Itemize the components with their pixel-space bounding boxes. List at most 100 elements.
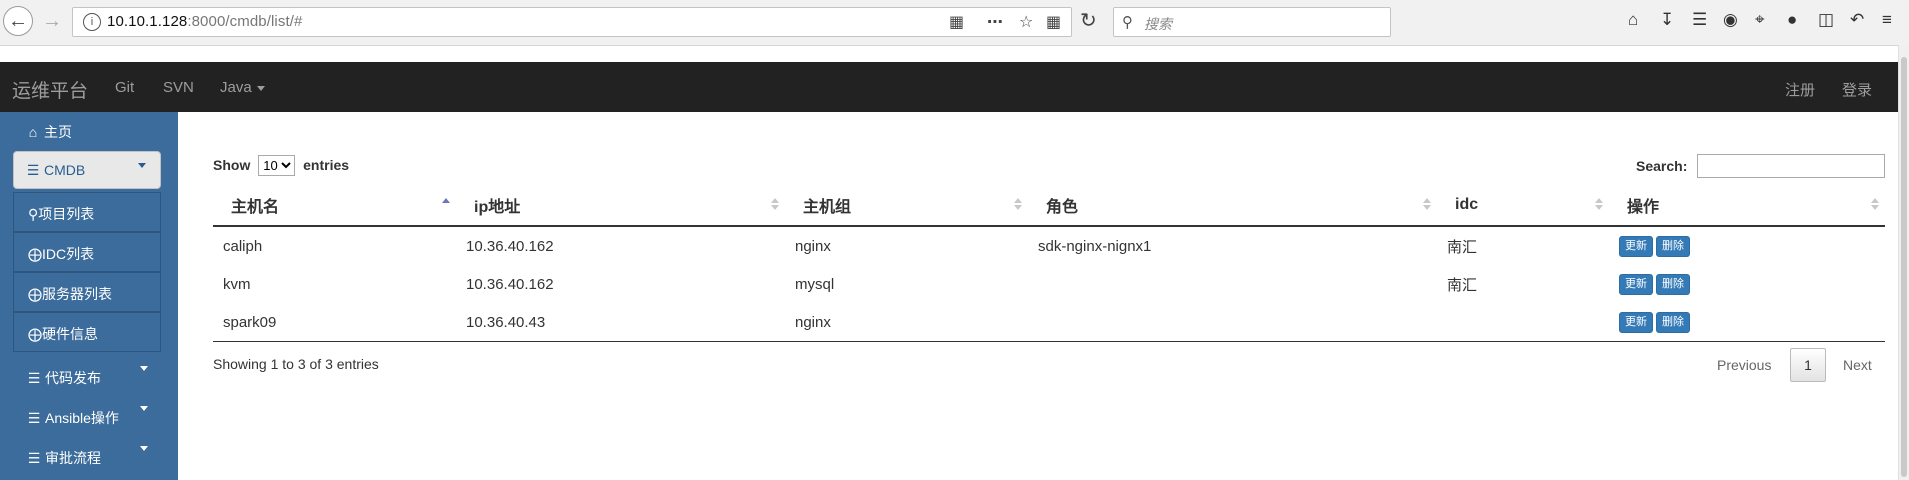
nav-git[interactable]: Git	[115, 79, 134, 96]
column-label: idc	[1455, 196, 1479, 213]
undo-icon[interactable]: ↶	[1850, 10, 1864, 30]
brand-logo[interactable]: 运维平台	[12, 76, 88, 103]
chevron-down-icon	[140, 446, 148, 451]
nav-svn[interactable]: SVN	[163, 79, 194, 96]
column-role[interactable]: 角色	[1028, 185, 1437, 227]
sidebar-home-label: 主页	[44, 124, 72, 140]
nav-register[interactable]: 注册	[1785, 79, 1815, 100]
nav-java-label: Java	[220, 79, 252, 96]
previous-button[interactable]: Previous	[1717, 357, 1771, 373]
show-label: Show	[213, 157, 251, 173]
sidebar-item-server-list[interactable]: ⨁服务器列表	[13, 272, 161, 312]
table-search-input[interactable]	[1697, 154, 1885, 178]
cell-hostname: spark09	[213, 303, 456, 342]
crop-icon[interactable]: ⌖	[1755, 10, 1765, 30]
cell-idc: 南汇	[1447, 238, 1478, 256]
list-icon: ☰	[27, 450, 41, 466]
search-placeholder: 搜索	[1144, 16, 1172, 32]
bookmark-star-icon[interactable]: ☆	[1019, 12, 1033, 32]
column-label: 主机名	[231, 199, 280, 216]
sidebar-item-code-release[interactable]: ☰ 代码发布	[27, 366, 162, 388]
grid-icon[interactable]: ▦	[1046, 12, 1061, 32]
home-icon: ⌂	[28, 124, 38, 140]
cell-role	[1028, 303, 1437, 342]
cell-hostname: caliph	[223, 237, 263, 255]
forward-arrow-icon[interactable]: →	[37, 6, 67, 36]
sidebar-item-hardware-info[interactable]: ⨁硬件信息	[13, 312, 161, 352]
table-search-label: Search:	[1636, 158, 1688, 174]
sidebar-item-approval[interactable]: ☰ 审批流程	[27, 446, 162, 468]
cell-role	[1028, 265, 1437, 303]
column-actions[interactable]: 操作	[1609, 185, 1885, 227]
plus-circle-icon: ⨁	[28, 326, 42, 342]
hosts-table: 主机名 ip地址 主机组 角色 idc 操作 caliph 10.36.40.1…	[213, 185, 1885, 342]
delete-button[interactable]: 删除	[1656, 311, 1690, 333]
chevron-down-icon	[256, 85, 265, 91]
sort-icon	[771, 198, 779, 210]
chevron-down-icon	[140, 366, 148, 371]
plus-circle-icon: ⨁	[28, 246, 42, 262]
table-info: Showing 1 to 3 of 3 entries	[213, 356, 379, 372]
sidebar-item-idc-list[interactable]: ⨁IDC列表	[13, 232, 161, 272]
search-icon: ⚲	[1122, 14, 1133, 31]
library-icon[interactable]: ☰	[1692, 10, 1707, 30]
sidebar-item-home[interactable]: ⌂ 主页	[26, 122, 176, 142]
sidebar-item-ansible[interactable]: ☰ Ansible操作	[27, 406, 162, 428]
cell-actions: 更新 删除	[1609, 265, 1885, 303]
reload-icon[interactable]: ↻	[1080, 8, 1097, 33]
scrollbar-thumb[interactable]	[1901, 57, 1907, 477]
cell-hostgroup: nginx	[785, 303, 1028, 342]
cell-hostgroup: mysql	[795, 275, 835, 293]
qr-code-icon[interactable]: ▦	[949, 12, 964, 32]
page-length-control: Show 10 entries	[213, 155, 349, 176]
extension-icon[interactable]: ●	[1787, 10, 1797, 30]
nav-login[interactable]: 登录	[1842, 79, 1872, 100]
nav-java[interactable]: Java	[220, 79, 265, 96]
update-button[interactable]: 更新	[1619, 311, 1653, 333]
info-icon[interactable]: i	[83, 13, 101, 31]
plus-circle-icon: ⨁	[28, 286, 42, 302]
sidebar: ⌂ 主页 ☰ CMDB ⚲项目列表 ⨁IDC列表 ⨁服务器列表 ⨁硬件信息 ☰ 代码发…	[0, 112, 178, 480]
top-navbar: 运维平台 Git SVN Java 注册 登录	[0, 62, 1898, 112]
cell-actions: 更新 删除	[1609, 303, 1885, 342]
list-icon: ☰	[27, 370, 41, 386]
menu-icon[interactable]: ≡	[1882, 10, 1892, 30]
delete-button[interactable]: 删除	[1656, 235, 1690, 257]
delete-button[interactable]: 删除	[1656, 273, 1690, 295]
column-ip[interactable]: ip地址	[456, 185, 785, 227]
page-1-button[interactable]: 1	[1790, 348, 1826, 382]
cell-idc: 南汇	[1447, 276, 1478, 294]
entries-label: entries	[303, 157, 350, 173]
sidebar-toggle-icon[interactable]: ◫	[1818, 10, 1834, 30]
home-icon[interactable]: ⌂	[1628, 10, 1638, 30]
download-icon[interactable]: ↧	[1660, 10, 1674, 30]
more-icon[interactable]: ⋯	[987, 12, 1003, 32]
back-arrow-icon[interactable]: ←	[3, 6, 33, 36]
sidebar-group-label: Ansible操作	[45, 410, 119, 426]
browser-search-input[interactable]: ⚲ 搜索	[1113, 7, 1391, 37]
column-hostgroup[interactable]: 主机组	[785, 185, 1028, 227]
vertical-scrollbar[interactable]	[1898, 45, 1909, 480]
column-idc[interactable]: idc	[1437, 185, 1609, 227]
cell-hostname: kvm	[223, 275, 251, 293]
next-button[interactable]: Next	[1843, 357, 1872, 373]
search-icon: ⚲	[28, 206, 39, 222]
page-length-select[interactable]: 10	[258, 155, 296, 176]
update-button[interactable]: 更新	[1619, 235, 1653, 257]
column-hostname[interactable]: 主机名	[213, 185, 456, 227]
column-label: 主机组	[803, 199, 852, 216]
cell-idc	[1437, 303, 1609, 342]
sidebar-sub-label: IDC列表	[42, 246, 95, 262]
url-text: 10.10.1.128:8000/cmdb/list/#	[107, 13, 302, 30]
sidebar-item-cmdb[interactable]: ☰ CMDB	[13, 151, 161, 189]
sidebar-sub-label: 服务器列表	[42, 286, 112, 302]
sidebar-cmdb-label: CMDB	[44, 162, 86, 178]
address-bar[interactable]: i 10.10.1.128:8000/cmdb/list/# ▦ ⋯ ☆ ▦	[72, 7, 1072, 37]
sidebar-item-project-list[interactable]: ⚲项目列表	[13, 192, 161, 232]
sidebar-sub-label: 项目列表	[38, 206, 95, 222]
table-row: spark09 10.36.40.43 nginx 更新 删除	[213, 303, 1885, 342]
cell-actions: 更新 删除	[1609, 226, 1885, 265]
chat-icon[interactable]: ◉	[1723, 10, 1738, 30]
column-label: ip地址	[474, 199, 521, 216]
update-button[interactable]: 更新	[1619, 273, 1653, 295]
